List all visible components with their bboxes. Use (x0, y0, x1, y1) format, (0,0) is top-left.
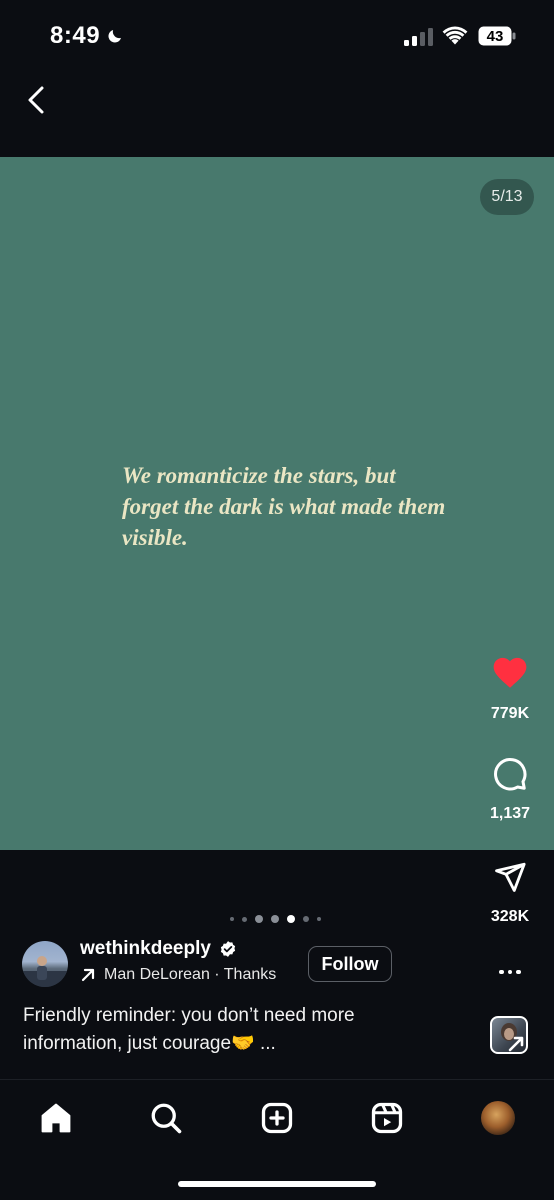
author-username[interactable]: wethinkdeeply (80, 938, 211, 960)
slide-counter: 5/13 (480, 179, 534, 215)
carousel-pager (230, 913, 321, 925)
author-row[interactable]: wethinkdeeply (80, 938, 237, 960)
shares-count: 328K (490, 908, 530, 925)
time-text: 8:49 (50, 22, 101, 49)
avatar-image (22, 956, 68, 987)
music-attribution[interactable]: Man DeLorean · Thanks (80, 966, 276, 984)
nav-profile[interactable] (478, 1098, 518, 1138)
create-icon (261, 1102, 293, 1134)
nav-search[interactable] (146, 1098, 186, 1138)
dot (516, 969, 521, 975)
wifi-icon (442, 26, 468, 45)
heart-icon (493, 657, 527, 688)
dot (499, 969, 504, 975)
pager-dot (230, 917, 234, 921)
pager-dot-active (287, 915, 295, 923)
profile-avatar (481, 1101, 515, 1135)
nav-home[interactable] (36, 1098, 76, 1138)
pager-dot (303, 916, 309, 922)
arrow-up-right-icon (81, 968, 95, 982)
more-options-button[interactable] (495, 960, 525, 984)
pager-dot (255, 915, 263, 923)
cellular-signal-icon (404, 28, 433, 46)
nav-divider (0, 1079, 554, 1080)
chevron-left-icon (28, 86, 44, 114)
comments-count: 1,137 (489, 805, 531, 822)
home-icon (41, 1103, 71, 1133)
search-icon (151, 1103, 182, 1134)
comment-icon (494, 758, 527, 791)
music-text: Man DeLorean · Thanks (104, 966, 277, 983)
share-button[interactable] (491, 858, 529, 896)
battery-level: 43 (486, 27, 504, 45)
reels-icon (371, 1102, 403, 1134)
dot (507, 969, 513, 975)
author-avatar[interactable] (22, 941, 68, 987)
status-time: 8:49 (50, 22, 124, 50)
comment-button[interactable] (491, 755, 529, 793)
post-caption[interactable]: Friendly reminder: you don’t need more i… (23, 1002, 443, 1058)
like-button[interactable] (490, 652, 530, 690)
post-quote: We romanticize the stars, but forget the… (122, 463, 446, 550)
pager-dot (271, 915, 279, 923)
verified-badge-icon (220, 941, 236, 957)
nav-create[interactable] (257, 1098, 297, 1138)
send-icon (495, 862, 526, 892)
follow-button[interactable]: Follow (308, 946, 392, 982)
pager-dot (317, 917, 321, 921)
home-indicator (178, 1181, 376, 1187)
pager-dot (242, 916, 247, 922)
back-button[interactable] (18, 82, 54, 118)
moon-icon (108, 30, 122, 43)
audio-thumbnail-image (501, 1023, 524, 1052)
likes-count: 779K (490, 705, 530, 722)
audio-thumbnail[interactable] (490, 1016, 528, 1054)
nav-reels[interactable] (367, 1098, 407, 1138)
battery-indicator: 43 (478, 26, 516, 46)
